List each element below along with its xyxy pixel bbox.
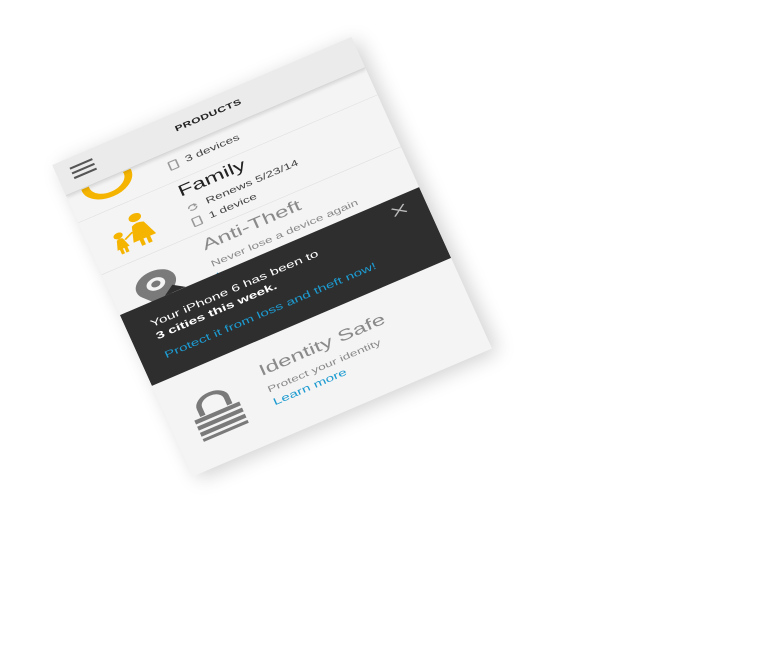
- phone-screen: PRODUCTS 3 devices Family Renews 5/23/14…: [52, 37, 492, 477]
- padlock-icon: [194, 390, 249, 442]
- device-icon: [167, 158, 180, 172]
- close-icon[interactable]: [386, 199, 413, 221]
- stage: PRODUCTS 3 devices Family Renews 5/23/14…: [0, 0, 767, 668]
- device-icon: [190, 215, 204, 228]
- renew-icon: [188, 203, 198, 211]
